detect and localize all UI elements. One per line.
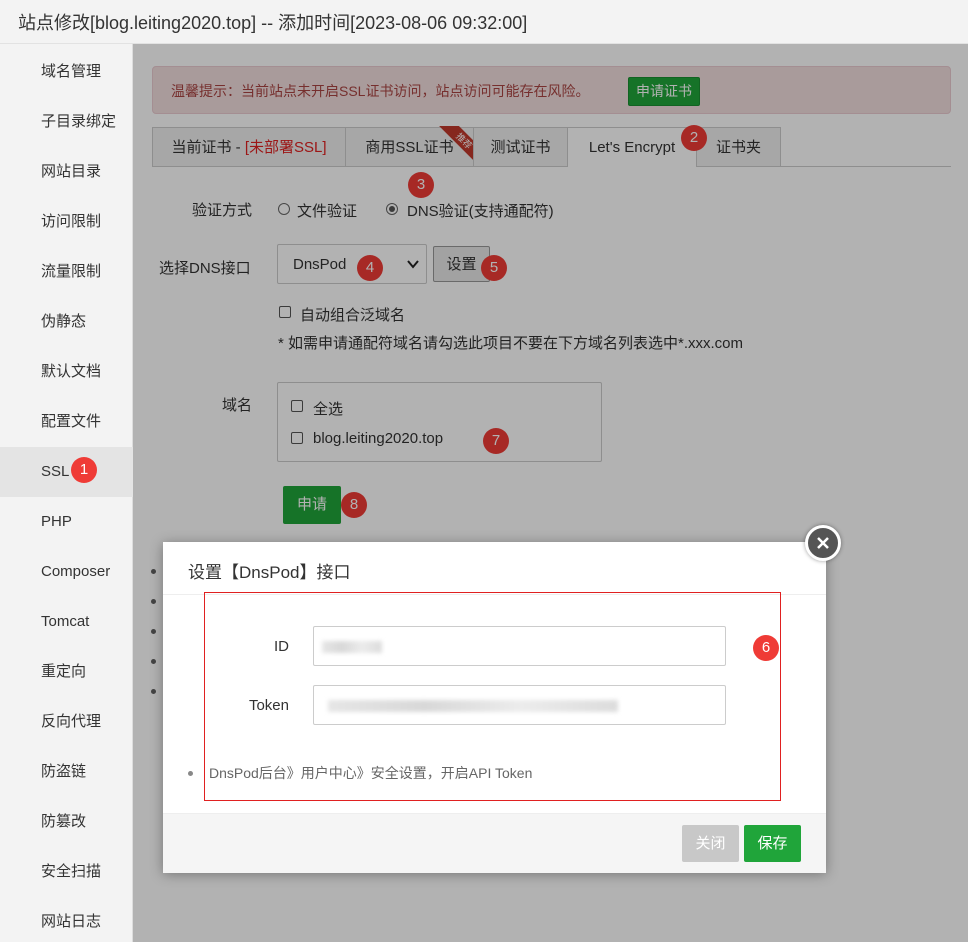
sidebar-item-security-scan[interactable]: 安全扫描: [0, 847, 133, 897]
token-input[interactable]: [313, 685, 726, 725]
sidebar-item-php[interactable]: PHP: [0, 497, 133, 547]
list-bullet: [151, 629, 156, 634]
sidebar-item-site-dir[interactable]: 网站目录: [0, 147, 133, 197]
id-input[interactable]: [313, 626, 726, 666]
sidebar-item-access-limit[interactable]: 访问限制: [0, 197, 133, 247]
annotation-badge-6: 6: [753, 635, 779, 661]
sidebar: 域名管理 子目录绑定 网站目录 访问限制 流量限制 伪静态 默认文档 配置文件 …: [0, 44, 133, 942]
sidebar-item-default-doc[interactable]: 默认文档: [0, 347, 133, 397]
id-label: ID: [274, 638, 289, 655]
list-bullet: [151, 599, 156, 604]
redacted-id: [322, 641, 382, 653]
sidebar-item-domain[interactable]: 域名管理: [0, 47, 133, 97]
dnspod-settings-dialog: 设置【DnsPod】接口 ID Token DnsPod后台》用户中心》安全设置…: [163, 542, 826, 873]
sidebar-item-redirect[interactable]: 重定向: [0, 647, 133, 697]
sidebar-item-composer[interactable]: Composer: [0, 547, 133, 597]
list-bullet: [151, 659, 156, 664]
sidebar-item-tomcat[interactable]: Tomcat: [0, 597, 133, 647]
sidebar-item-hotlink[interactable]: 防盗链: [0, 747, 133, 797]
window-title: 站点修改[blog.leiting2020.top] -- 添加时间[2023-…: [18, 13, 528, 33]
help-text: DnsPod后台》用户中心》安全设置，开启API Token: [209, 765, 533, 781]
redacted-token: [328, 700, 618, 712]
sidebar-item-subdir[interactable]: 子目录绑定: [0, 97, 133, 147]
window-titlebar: 站点修改[blog.leiting2020.top] -- 添加时间[2023-…: [0, 0, 968, 44]
sidebar-item-ssl[interactable]: SSL: [0, 447, 133, 497]
sidebar-item-config[interactable]: 配置文件: [0, 397, 133, 447]
save-button[interactable]: 保存: [744, 825, 801, 862]
sidebar-item-tamper[interactable]: 防篡改: [0, 797, 133, 847]
list-bullet: [151, 569, 156, 574]
close-icon[interactable]: [805, 525, 841, 561]
sidebar-item-site-log[interactable]: 网站日志: [0, 897, 133, 947]
sidebar-item-reverse-proxy[interactable]: 反向代理: [0, 697, 133, 747]
token-label: Token: [248, 697, 289, 714]
dialog-header: 设置【DnsPod】接口: [163, 542, 826, 595]
sidebar-item-traffic-limit[interactable]: 流量限制: [0, 247, 133, 297]
list-bullet: [151, 689, 156, 694]
close-button[interactable]: 关闭: [682, 825, 739, 862]
dialog-footer: 关闭 保存: [163, 813, 826, 873]
sidebar-item-rewrite[interactable]: 伪静态: [0, 297, 133, 347]
dialog-title: 设置【DnsPod】接口: [188, 563, 351, 582]
help-bullet: [188, 771, 193, 776]
annotation-badge-1: 1: [71, 457, 97, 483]
